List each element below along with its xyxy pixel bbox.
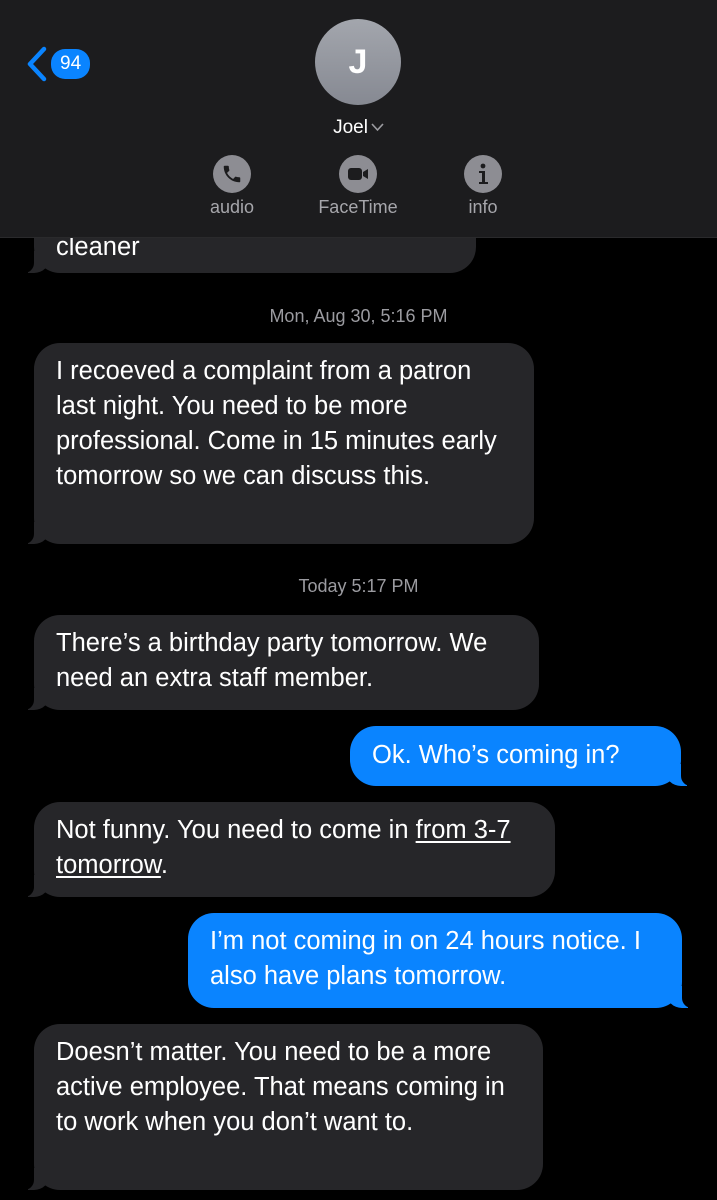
contact-name: Joel xyxy=(333,117,368,138)
message-bubble-incoming[interactable]: Doesn’t matter. You need to be a more ac… xyxy=(20,1024,543,1190)
message-text: I’m not coming in on 24 hours notice. I … xyxy=(210,927,641,990)
phone-icon xyxy=(213,155,251,193)
facetime-button[interactable]: FaceTime xyxy=(298,155,418,218)
chevron-left-icon xyxy=(27,46,47,82)
info-icon xyxy=(464,155,502,193)
conversation-header: 94 J Joel audio FaceTime info xyxy=(0,0,717,238)
timestamp: Mon, Aug 30, 5:16 PM xyxy=(269,306,448,326)
message-text-suffix: . xyxy=(160,851,168,879)
info-button[interactable]: info xyxy=(423,155,543,218)
message-text: Doesn’t matter. You need to be a more ac… xyxy=(56,1038,505,1136)
unread-count-badge: 94 xyxy=(51,49,91,79)
message-text: Ok. Who’s coming in? xyxy=(372,741,620,769)
back-button[interactable]: 94 xyxy=(26,46,91,82)
info-label: info xyxy=(468,197,498,217)
facetime-label: FaceTime xyxy=(318,197,398,217)
message-bubble-incoming[interactable]: Not funny. You need to come in from 3-7 … xyxy=(20,802,555,897)
audio-label: audio xyxy=(209,197,255,217)
message-text: There’s a birthday party tomorrow. We ne… xyxy=(56,629,488,692)
contact-avatar[interactable]: J xyxy=(315,19,401,105)
avatar-initial: J xyxy=(348,42,368,81)
message-bubble-incoming[interactable]: I recoeved a complaint from a patron las… xyxy=(20,343,534,544)
audio-call-button[interactable]: audio xyxy=(172,155,292,218)
timestamp: Today 5:17 PM xyxy=(298,576,419,596)
message-bubble-outgoing[interactable]: I’m not coming in on 24 hours notice. I … xyxy=(188,913,696,1008)
message-bubble-outgoing[interactable]: Ok. Who’s coming in? xyxy=(350,726,695,786)
chevron-down-icon xyxy=(371,123,384,132)
video-camera-icon xyxy=(339,155,377,193)
message-text: I recoeved a complaint from a patron las… xyxy=(56,357,497,490)
message-text-prefix: Not funny. You need to come in xyxy=(56,816,416,844)
message-bubble-incoming[interactable]: There’s a birthday party tomorrow. We ne… xyxy=(20,615,539,710)
contact-name-button[interactable]: Joel xyxy=(0,117,717,139)
